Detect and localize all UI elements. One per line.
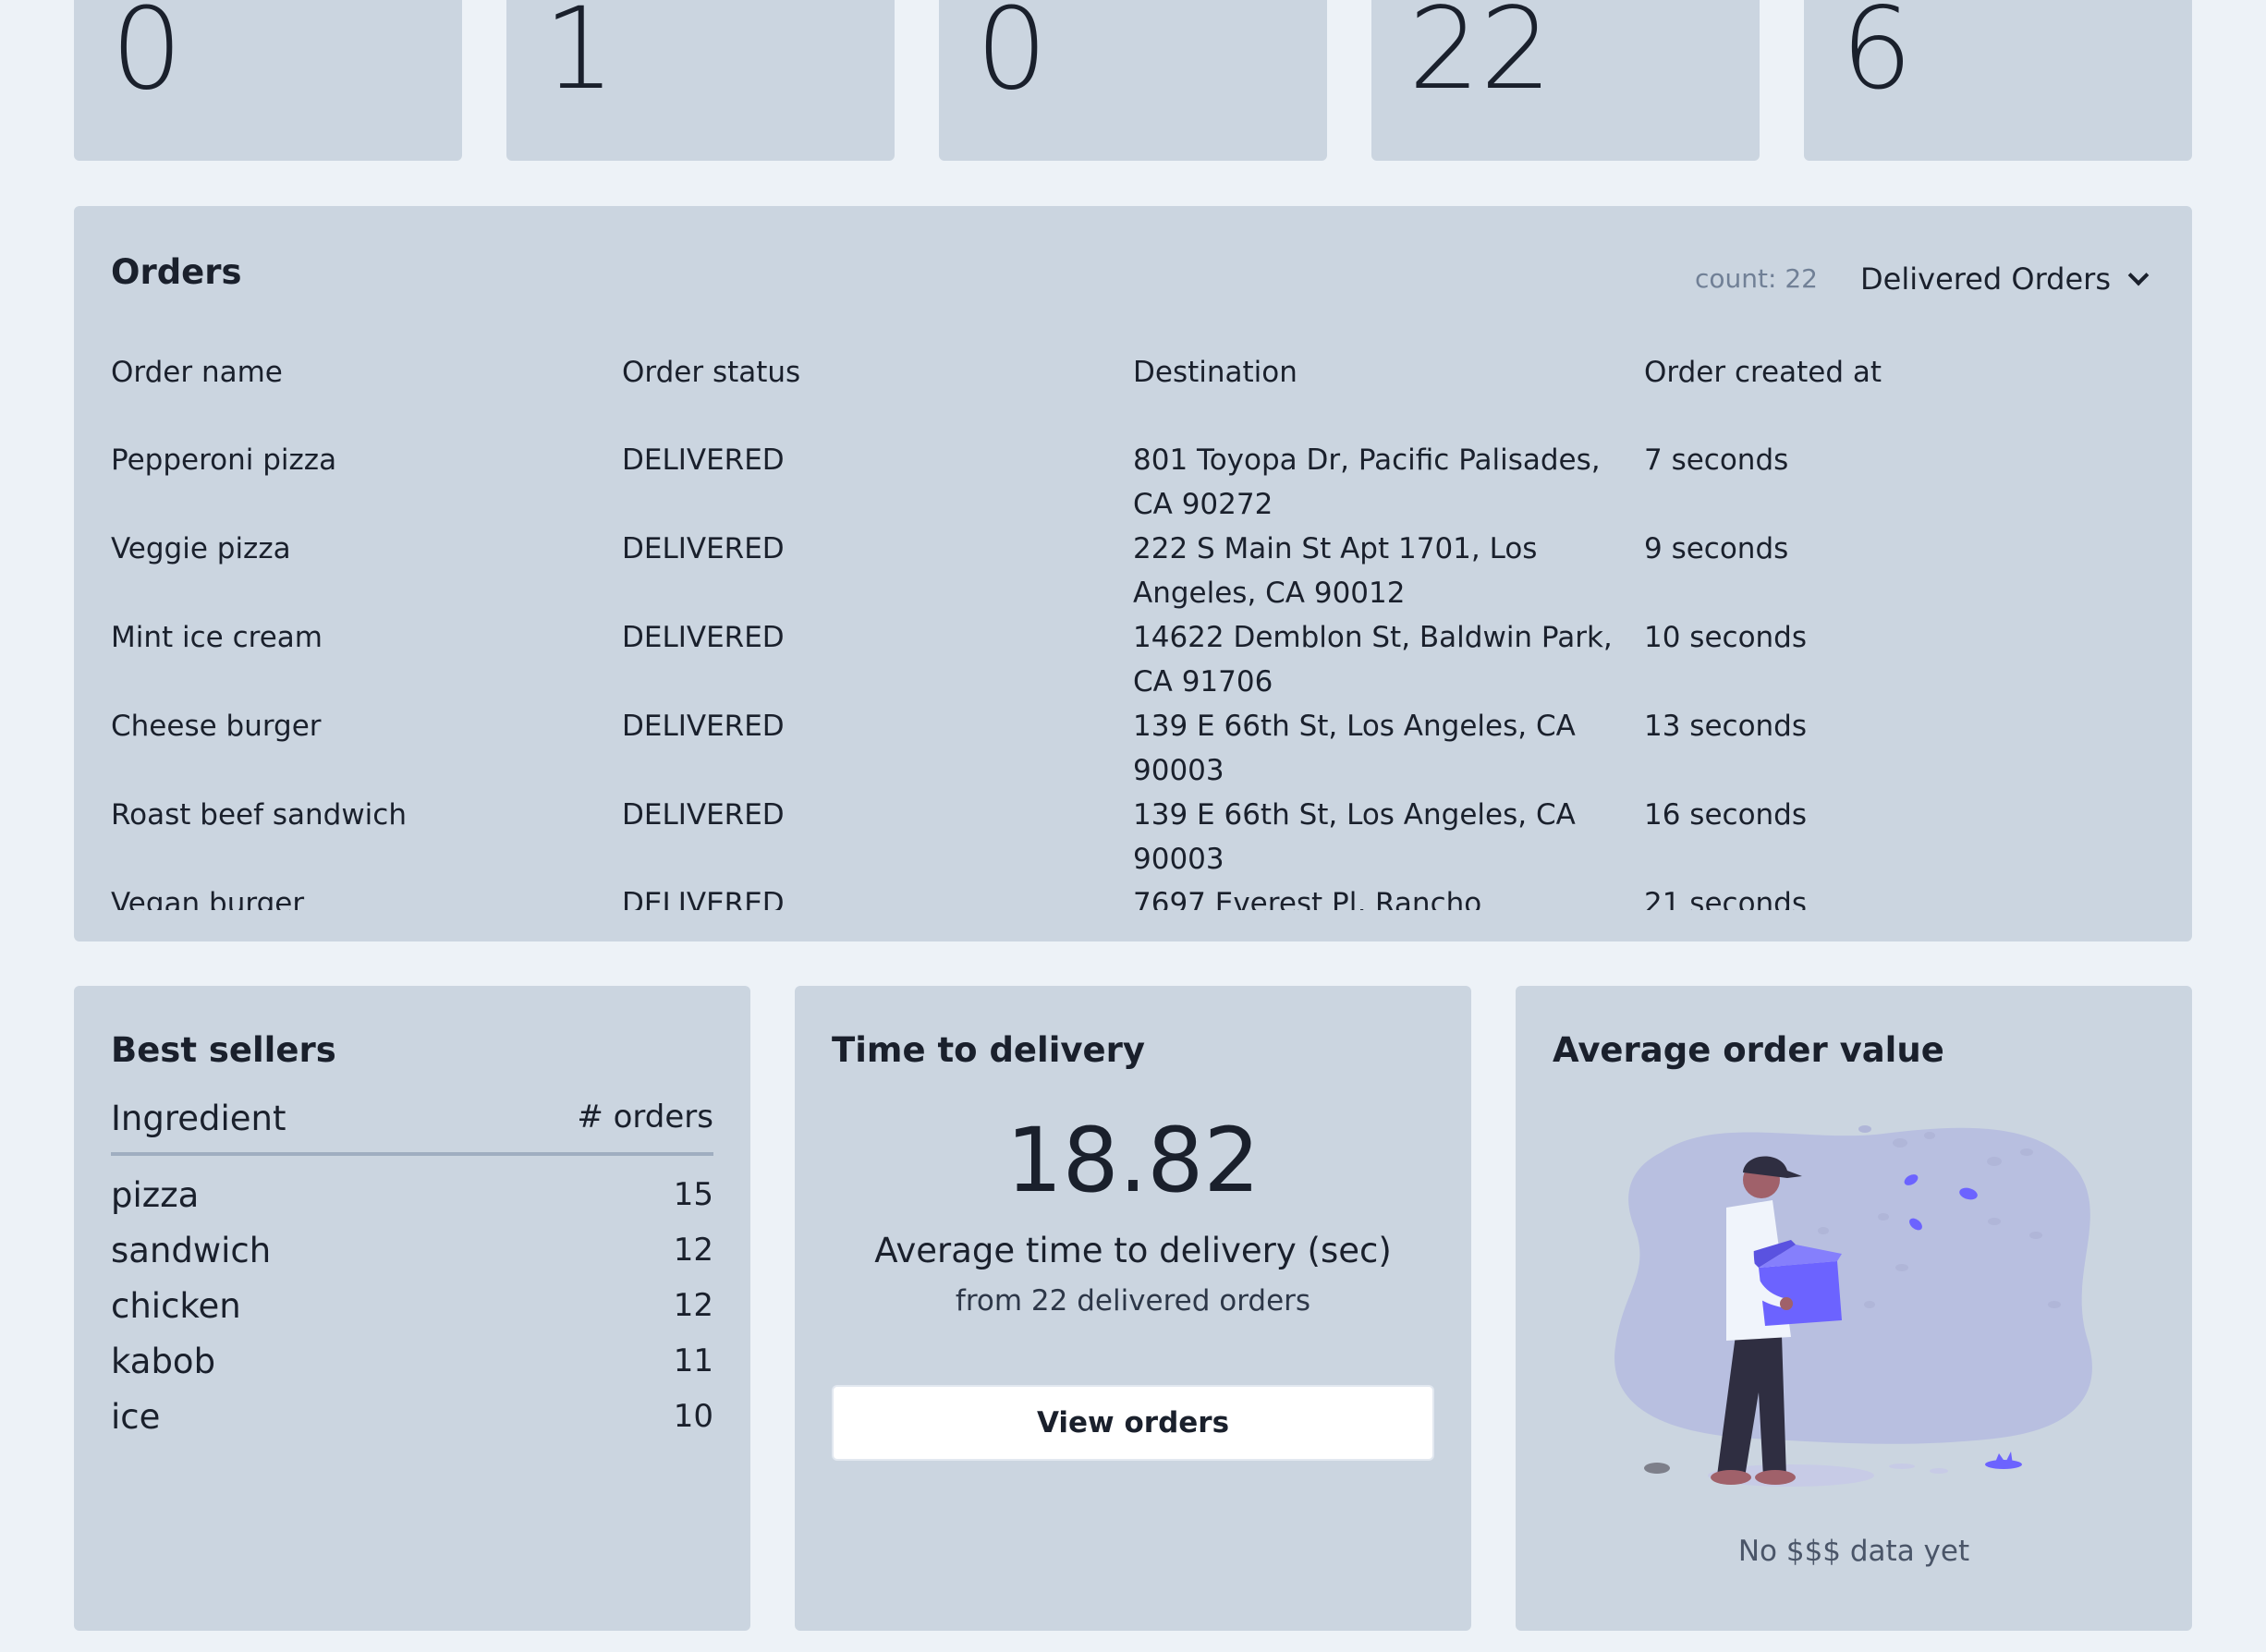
average-delivery-time-label: Average time to delivery (sec) (874, 1231, 1392, 1270)
destination-cell: 139 E 66th St, Los Angeles, CA 90003 (1133, 798, 1576, 876)
column-header-created-at: Order created at (1644, 356, 1882, 389)
order-name-cell: Cheese burger (111, 710, 322, 743)
time-to-delivery-card: Time to delivery 18.82 Average time to d… (795, 986, 1471, 1631)
stat-card-4: 22 (1371, 0, 1760, 161)
table-header: Order name Order status Destination Orde… (111, 356, 2155, 400)
created-at-cell: 10 seconds (1644, 621, 1808, 654)
average-order-value-title: Average order value (1553, 1030, 1944, 1070)
created-at-cell: 7 seconds (1644, 443, 1789, 477)
column-header-destination: Destination (1133, 356, 1297, 389)
order-name-cell: Mint ice cream (111, 621, 323, 654)
created-at-cell: 9 seconds (1644, 532, 1789, 565)
order-status-cell: DELIVERED (622, 532, 785, 565)
list-item: ice 10 (111, 1389, 713, 1444)
destination-cell: 7697 Everest Pl, Rancho Cucamonga (1133, 887, 1482, 910)
table-row: Vegan burger DELIVERED 7697 Everest Pl, … (111, 881, 2155, 910)
destination-cell: 139 E 66th St, Los Angeles, CA 90003 (1133, 710, 1576, 787)
stat-card-2: 1 (506, 0, 895, 161)
table-row: Cheese burger DELIVERED 139 E 66th St, L… (111, 704, 2155, 793)
table-row: Mint ice cream DELIVERED 14622 Demblon S… (111, 615, 2155, 704)
list-item: kabob 11 (111, 1333, 713, 1389)
orders-title: Orders (111, 252, 242, 292)
best-sellers-title: Best sellers (111, 1030, 336, 1070)
stat-value: 22 (1408, 0, 1553, 115)
orders-count: count: 22 (1695, 263, 1818, 294)
order-status-cell: DELIVERED (622, 798, 785, 832)
ingredient-count: 12 (673, 1232, 713, 1269)
time-to-delivery-title: Time to delivery (832, 1030, 1145, 1070)
order-name-cell: Vegan burger (111, 887, 305, 910)
orders-filter-dropdown[interactable]: Delivered Orders (1860, 259, 2150, 299)
created-at-cell: 16 seconds (1644, 798, 1808, 832)
stat-value: 0 (976, 0, 1048, 115)
ingredient-name: ice (111, 1396, 161, 1437)
stat-value: 0 (111, 0, 183, 115)
ingredient-count: 10 (673, 1398, 713, 1435)
stat-value: 6 (1841, 0, 1913, 115)
list-item: pizza 15 (111, 1167, 713, 1222)
list-item: chicken 12 (111, 1278, 713, 1333)
column-header-order-name: Order name (111, 356, 283, 389)
best-sellers-list: pizza 15 sandwich 12 chicken 12 kabob 11… (111, 1167, 713, 1444)
chevron-down-icon (2127, 264, 2150, 286)
stat-card-5: 6 (1804, 0, 2192, 161)
orders-card: Orders count: 22 Delivered Orders Order … (74, 206, 2192, 941)
ingredient-name: sandwich (111, 1230, 272, 1270)
order-name-cell: Veggie pizza (111, 532, 291, 565)
order-status-cell: DELIVERED (622, 887, 785, 910)
stat-value: 1 (543, 0, 615, 115)
destination-cell: 222 S Main St Apt 1701, Los Angeles, CA … (1133, 532, 1538, 610)
stat-card-1: 0 (74, 0, 462, 161)
destination-cell: 801 Toyopa Dr, Pacific Palisades, CA 902… (1133, 443, 1601, 521)
created-at-cell: 13 seconds (1644, 710, 1808, 743)
best-sellers-card: Best sellers Ingredient # orders pizza 1… (74, 986, 750, 1631)
ingredient-name: kabob (111, 1341, 216, 1381)
destination-cell: 14622 Demblon St, Baldwin Park, CA 91706 (1133, 621, 1613, 698)
order-name-cell: Roast beef sandwich (111, 798, 407, 832)
table-body: Pepperoni pizza DELIVERED 801 Toyopa Dr,… (111, 438, 2155, 910)
average-delivery-time-value: 18.82 (1005, 1109, 1261, 1212)
ingredient-column-header: Ingredient (111, 1099, 286, 1138)
table-row: Roast beef sandwich DELIVERED 139 E 66th… (111, 793, 2155, 881)
ingredient-count: 15 (673, 1176, 713, 1213)
column-header-order-status: Order status (622, 356, 801, 389)
ingredient-name: chicken (111, 1285, 241, 1326)
ingredient-count: 12 (673, 1287, 713, 1324)
stat-card-3: 0 (939, 0, 1327, 161)
order-status-cell: DELIVERED (622, 710, 785, 743)
orders-column-header: # orders (577, 1099, 713, 1136)
orders-table[interactable]: Order name Order status Destination Orde… (111, 356, 2155, 910)
ingredient-count: 11 (673, 1342, 713, 1379)
table-row: Veggie pizza DELIVERED 222 S Main St Apt… (111, 527, 2155, 615)
order-status-cell: DELIVERED (622, 621, 785, 654)
best-sellers-header: Ingredient # orders (111, 1099, 713, 1156)
order-name-cell: Pepperoni pizza (111, 443, 337, 477)
created-at-cell: 21 seconds (1644, 887, 1808, 910)
order-status-cell: DELIVERED (622, 443, 785, 477)
delivery-person-with-box-illustration (1614, 1125, 2092, 1487)
no-data-message: No $$$ data yet (1737, 1535, 1970, 1568)
delivered-orders-subtext: from 22 delivered orders (955, 1284, 1311, 1318)
ingredient-name: pizza (111, 1174, 200, 1215)
table-row: Pepperoni pizza DELIVERED 801 Toyopa Dr,… (111, 438, 2155, 527)
filter-selected-label: Delivered Orders (1860, 261, 2111, 297)
average-order-value-card: Average order value No $$$ data yet (1516, 986, 2192, 1631)
view-orders-button[interactable]: View orders (832, 1385, 1434, 1461)
list-item: sandwich 12 (111, 1222, 713, 1278)
